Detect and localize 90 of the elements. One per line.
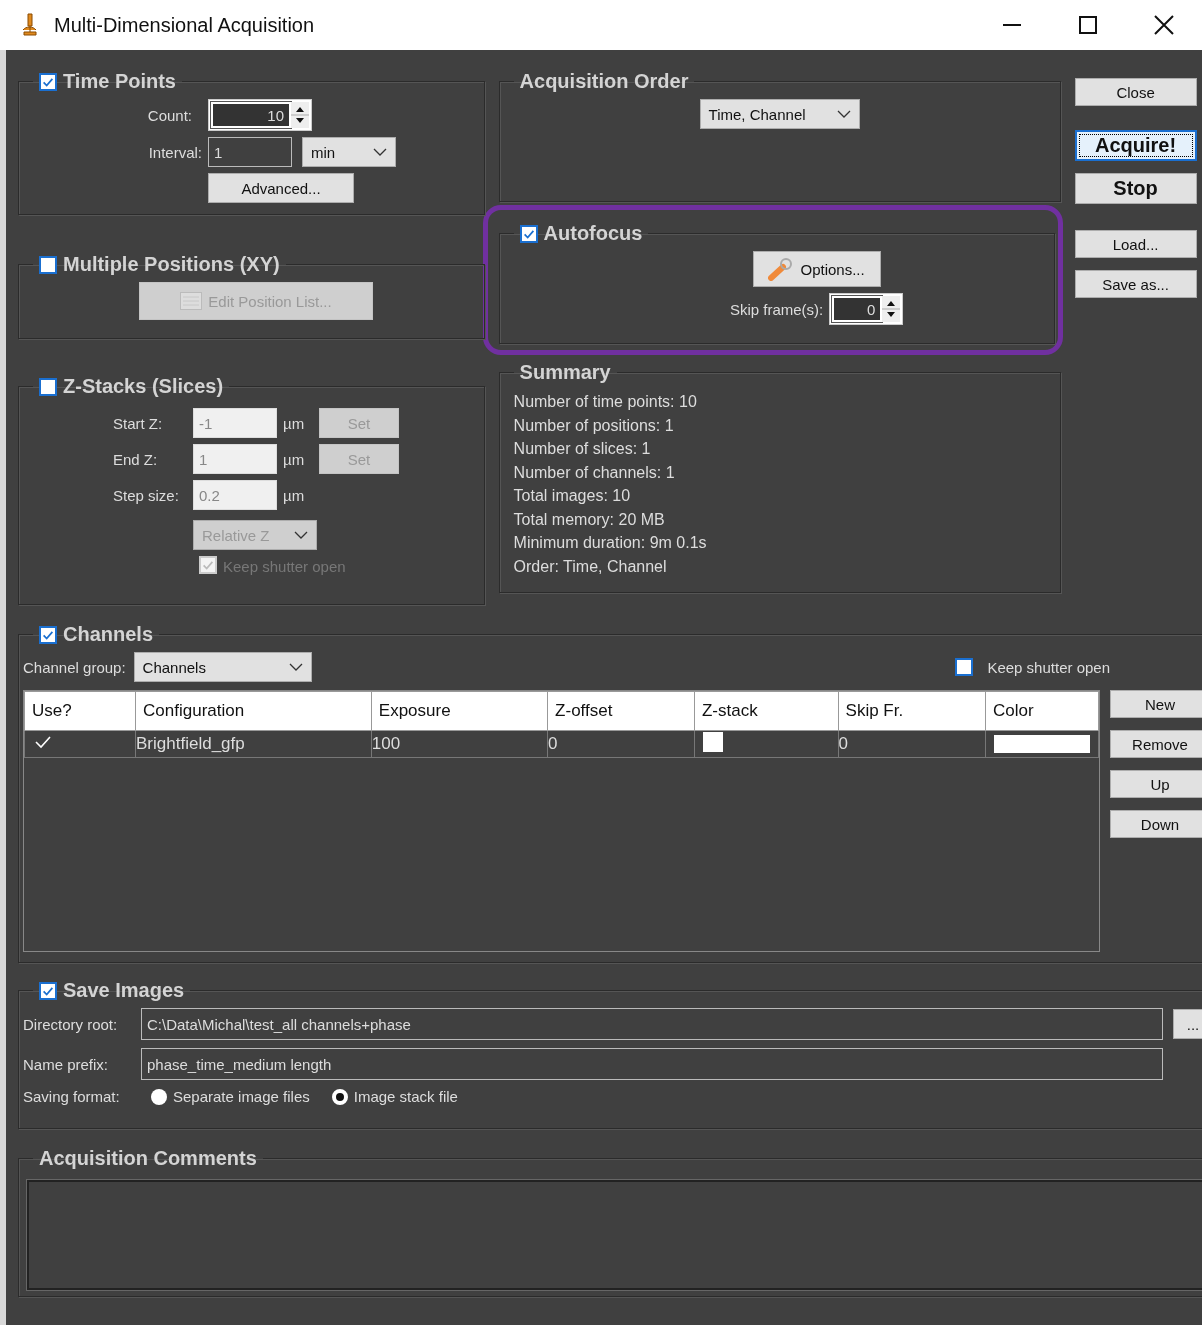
- window-title: Multi-Dimensional Acquisition: [54, 13, 316, 37]
- summary-line: Number of channels: 1: [513, 462, 676, 483]
- column-header[interactable]: Color: [985, 691, 1099, 731]
- section-title: Autofocus: [543, 222, 643, 245]
- count-value: 10: [211, 102, 291, 128]
- checkbox[interactable]: [519, 224, 538, 243]
- channel-button[interactable]: New: [1110, 690, 1202, 718]
- checkbox-label: Keep shutter open: [987, 658, 1110, 676]
- field-label: Step size:: [113, 486, 180, 504]
- skip-frames-spinner[interactable]: 0: [829, 293, 904, 325]
- summary-line: Number of positions: 1: [513, 415, 675, 436]
- skip-value: 0: [832, 296, 883, 322]
- comments-field[interactable]: [27, 1180, 1202, 1290]
- action-button[interactable]: Stop: [1074, 173, 1197, 204]
- column-header[interactable]: Skip Fr.: [838, 691, 986, 731]
- spinner-arrows-icon[interactable]: [882, 296, 901, 322]
- section-title: Save Images: [63, 979, 185, 1002]
- field-label: Channel group:: [23, 658, 126, 676]
- checkbox[interactable]: [39, 377, 57, 396]
- section-title: Summary: [519, 361, 611, 384]
- chevron-down-icon: [294, 531, 308, 539]
- radio-button[interactable]: [331, 1088, 348, 1105]
- section-title: Acquisition Comments: [39, 1147, 257, 1170]
- unit-label: µm: [282, 414, 306, 432]
- browse-button[interactable]: ...: [1173, 1009, 1202, 1039]
- list-icon: [180, 292, 203, 310]
- chevron-down-icon: [836, 110, 851, 118]
- column-header[interactable]: Configuration: [135, 691, 372, 731]
- section-title: Z-Stacks (Slices): [63, 375, 224, 398]
- checkbox[interactable]: [39, 625, 57, 644]
- column-header[interactable]: Z-offset: [547, 691, 695, 731]
- field-label: Name prefix:: [23, 1055, 110, 1073]
- action-button[interactable]: Save as...: [1074, 270, 1197, 298]
- summary-line: Total images: 10: [513, 486, 632, 506]
- column-header[interactable]: Z-stack: [694, 691, 839, 731]
- table-cell: 100: [371, 730, 548, 758]
- field-label: Interval:: [147, 143, 202, 161]
- field-label: Count:: [146, 106, 192, 124]
- close-icon[interactable]: [1154, 15, 1174, 35]
- order-dropdown[interactable]: Time, Channel: [699, 99, 860, 129]
- checkbox[interactable]: [39, 981, 57, 1000]
- field-label: Start Z:: [113, 414, 164, 432]
- field-label: End Z:: [113, 450, 159, 468]
- interval-field[interactable]: 1: [208, 137, 292, 167]
- section-title: Time Points: [63, 70, 176, 93]
- advanced-button[interactable]: Advanced...: [208, 173, 354, 203]
- section-title: Multiple Positions (XY): [63, 253, 280, 276]
- channel-group-dropdown[interactable]: Channels: [133, 652, 312, 682]
- color-swatch[interactable]: [994, 735, 1090, 753]
- summary-line: Order: Time, Channel: [513, 556, 668, 577]
- radio-button[interactable]: [151, 1088, 167, 1105]
- checkbox[interactable]: [39, 72, 57, 91]
- field-label: Saving format:: [23, 1088, 121, 1105]
- action-button[interactable]: Load...: [1074, 230, 1197, 258]
- unit-dropdown[interactable]: min: [302, 137, 396, 167]
- radio-label: Image stack file: [353, 1088, 458, 1105]
- directory-field[interactable]: C:\Data\Michal\test_all channels+phase: [141, 1008, 1163, 1040]
- field-label: Skip frame(s):: [729, 300, 824, 318]
- spinner-arrows-icon[interactable]: [291, 102, 309, 128]
- unit-label: µm: [282, 486, 306, 504]
- action-button[interactable]: Close: [1074, 78, 1197, 106]
- summary-line: Number of time points: 10: [513, 392, 698, 412]
- channel-button[interactable]: Up: [1110, 770, 1202, 798]
- chevron-down-icon: [288, 663, 303, 671]
- prefix-field[interactable]: phase_time_medium length: [141, 1048, 1163, 1080]
- column-header[interactable]: Use?: [24, 691, 136, 731]
- checkbox[interactable]: [39, 255, 57, 274]
- table-cell: 0: [838, 730, 986, 758]
- action-button[interactable]: Acquire!: [1074, 130, 1197, 161]
- table-cell: 0: [547, 730, 695, 758]
- options-button[interactable]: Options...: [752, 251, 881, 287]
- table-cell: Brightfield_gfp: [135, 730, 372, 758]
- checkbox[interactable]: [955, 658, 974, 676]
- summary-line: Minimum duration: 9m 0.1s: [513, 533, 708, 553]
- section-title: Acquisition Order: [519, 70, 689, 93]
- summary-line: Number of slices: 1: [513, 439, 652, 459]
- field-label: Directory root:: [23, 1015, 119, 1033]
- channel-button[interactable]: Down: [1110, 810, 1202, 838]
- section-title: Channels: [63, 623, 154, 646]
- count-spinner[interactable]: 10: [208, 99, 312, 131]
- unit-label: µm: [282, 450, 306, 468]
- summary-line: Total memory: 20 MB: [513, 509, 666, 530]
- wrench-icon: [768, 257, 795, 281]
- maximize-icon[interactable]: [1079, 16, 1097, 34]
- microscope-icon: [20, 12, 40, 38]
- radio-label: Separate image files: [173, 1088, 310, 1105]
- chevron-down-icon: [373, 148, 387, 156]
- z-stack-checkbox[interactable]: [702, 731, 723, 752]
- channel-button[interactable]: Remove: [1110, 730, 1202, 758]
- column-header[interactable]: Exposure: [371, 691, 548, 731]
